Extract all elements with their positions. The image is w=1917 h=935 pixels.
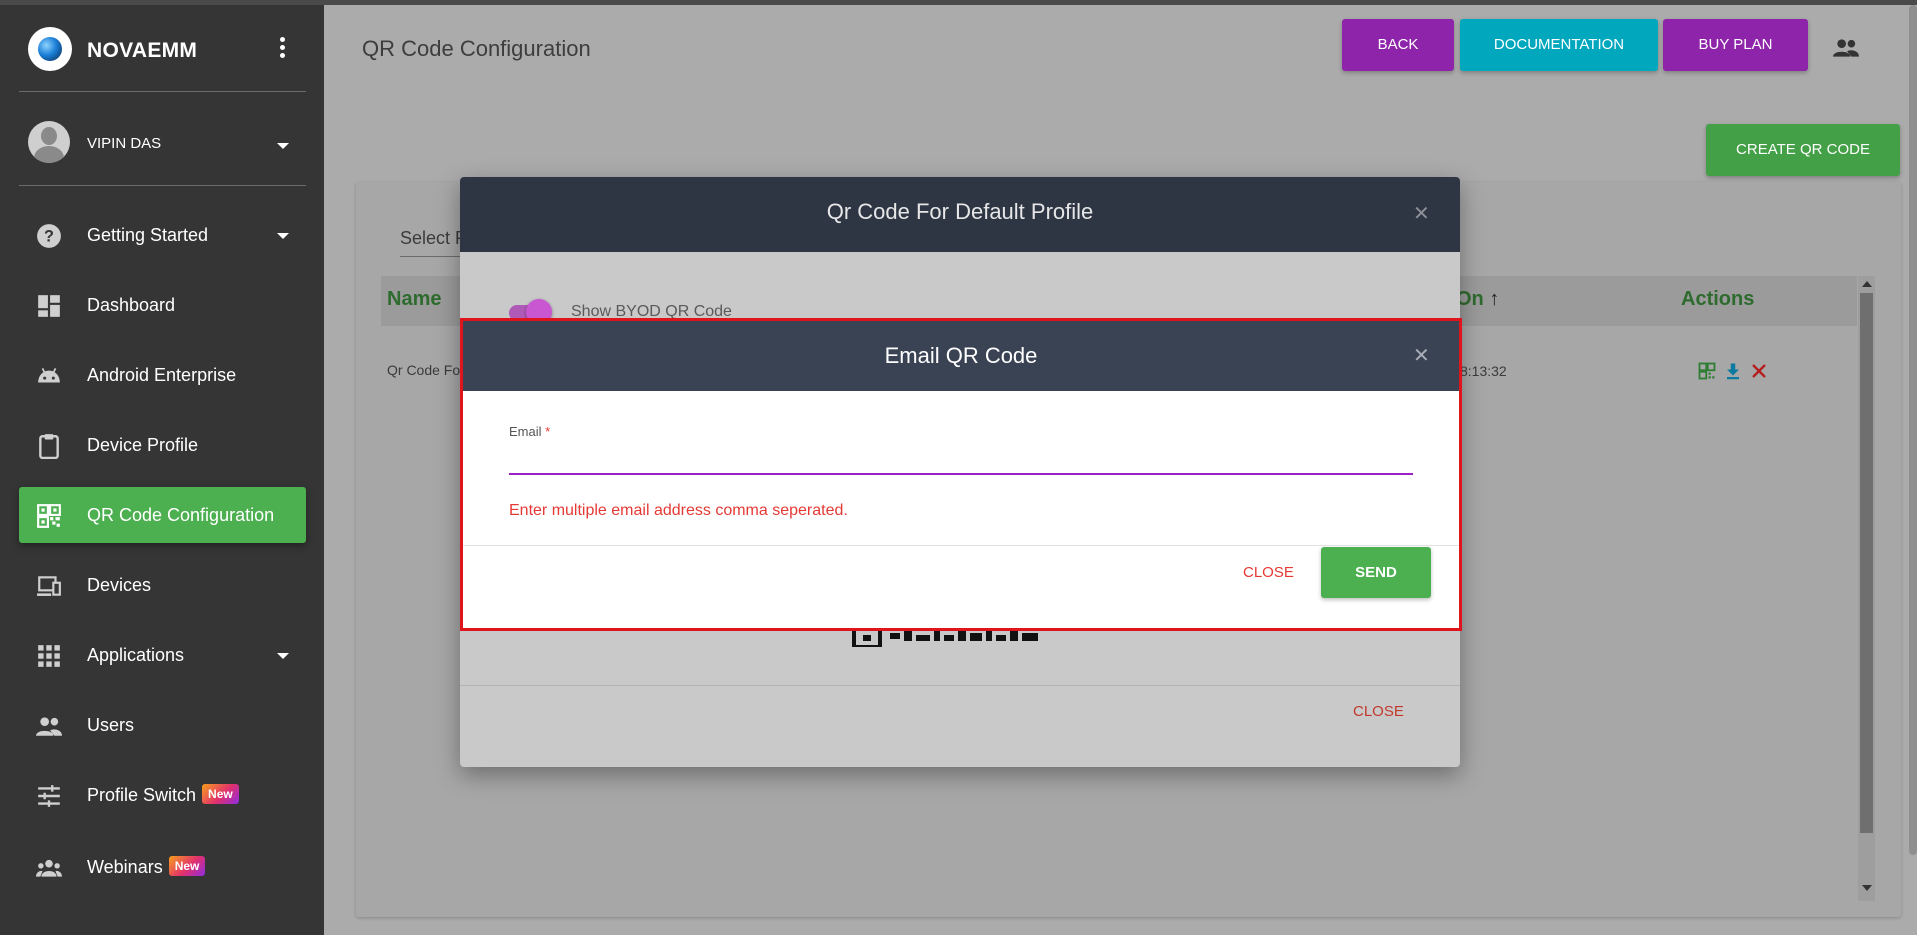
sidebar-item-label: Users xyxy=(87,715,135,735)
table-cell-name: Qr Code Fo xyxy=(387,362,461,378)
chevron-down-icon xyxy=(277,233,289,239)
download-icon[interactable] xyxy=(1724,361,1742,381)
sidebar: NOVAEMM VIPIN DAS ? Getting Started Dash… xyxy=(0,5,324,935)
dialog-header: Qr Code For Default Profile ✕ xyxy=(460,177,1460,252)
brand-logo xyxy=(28,27,72,71)
dialog-header: Email QR Code ✕ xyxy=(463,321,1459,391)
sidebar-divider xyxy=(19,185,306,186)
scroll-up-arrow-icon[interactable] xyxy=(1862,281,1872,287)
sidebar-item-getting-started[interactable]: ? Getting Started xyxy=(19,207,306,263)
qr-code-icon[interactable] xyxy=(1698,362,1716,380)
sidebar-item-dashboard[interactable]: Dashboard xyxy=(19,277,306,333)
email-helper-text: Enter multiple email address comma seper… xyxy=(509,502,848,519)
column-header-actions: Actions xyxy=(1681,288,1755,310)
close-button[interactable]: CLOSE xyxy=(1353,703,1404,720)
close-button[interactable]: CLOSE xyxy=(1243,564,1294,581)
select-underline xyxy=(400,256,460,257)
sidebar-item-label: Dashboard xyxy=(87,295,176,315)
email-field[interactable] xyxy=(509,445,1413,475)
sidebar-item-label: Device Profile xyxy=(87,435,199,455)
page-scrollbar[interactable] xyxy=(1909,5,1917,855)
buy-plan-button[interactable]: BUY PLAN xyxy=(1663,19,1808,71)
send-button[interactable]: SEND xyxy=(1321,547,1431,598)
sidebar-item-label: Android Enterprise xyxy=(87,365,237,385)
sidebar-item-label: Devices xyxy=(87,575,152,595)
avatar xyxy=(28,121,70,163)
clipboard-icon xyxy=(39,434,59,459)
sidebar-item-webinars[interactable]: Webinars New xyxy=(19,839,306,895)
more-vert-icon[interactable] xyxy=(274,37,290,63)
sidebar-item-label: Profile Switch New xyxy=(87,784,239,806)
user-name: VIPIN DAS xyxy=(87,135,162,152)
android-icon xyxy=(38,368,60,383)
sort-arrow-up-icon: ↑ xyxy=(1483,288,1500,310)
delete-icon[interactable] xyxy=(1751,363,1767,379)
column-header-created-on[interactable]: On ↑ xyxy=(1456,288,1499,311)
documentation-button[interactable]: DOCUMENTATION xyxy=(1460,19,1658,71)
sidebar-item-label: Getting Started xyxy=(87,225,209,245)
dialog-title: Email QR Code xyxy=(884,343,1038,368)
back-button[interactable]: BACK xyxy=(1342,19,1454,71)
dialog-title: Qr Code For Default Profile xyxy=(826,199,1094,224)
brand: NOVAEMM xyxy=(0,5,324,91)
sliders-icon xyxy=(38,785,60,807)
svg-text:?: ? xyxy=(44,227,54,245)
sidebar-item-devices[interactable]: Devices xyxy=(19,557,306,613)
table-scrollbar-thumb[interactable] xyxy=(1860,293,1873,833)
devices-icon xyxy=(37,576,61,596)
column-header-name[interactable]: Name xyxy=(387,288,441,311)
scroll-down-arrow-icon[interactable] xyxy=(1862,885,1872,891)
group-icon xyxy=(36,859,62,877)
new-badge: New xyxy=(202,784,239,805)
table-cell-created-on: 8:13:32 xyxy=(1460,363,1507,379)
dashboard-icon xyxy=(38,295,60,317)
dialog-divider xyxy=(463,545,1459,546)
email-field-label: Email * xyxy=(509,424,551,439)
sidebar-item-label: QR Code Configuration xyxy=(87,505,275,525)
sidebar-item-device-profile[interactable]: Device Profile xyxy=(19,417,306,473)
sidebar-item-label: Webinars New xyxy=(87,856,206,878)
page-title: QR Code Configuration xyxy=(362,36,591,61)
close-icon[interactable]: ✕ xyxy=(1413,343,1430,368)
sidebar-item-qr-code-configuration[interactable]: QR Code Configuration xyxy=(19,487,306,543)
user-profile[interactable]: VIPIN DAS xyxy=(0,97,324,185)
chevron-down-icon[interactable] xyxy=(277,143,289,149)
help-circle-icon: ? xyxy=(37,224,61,248)
sidebar-item-profile-switch[interactable]: Profile Switch New xyxy=(19,767,306,823)
dialog-divider xyxy=(460,685,1460,686)
sidebar-item-applications[interactable]: Applications xyxy=(19,627,306,683)
sidebar-divider xyxy=(19,91,306,92)
chevron-down-icon xyxy=(277,653,289,659)
qr-code-icon xyxy=(37,504,61,528)
apps-grid-icon xyxy=(38,645,60,667)
select-profile-label[interactable]: Select P xyxy=(400,228,467,249)
sidebar-item-label: Applications xyxy=(87,645,185,665)
users-icon xyxy=(36,717,62,736)
email-qr-code-dialog: Email QR Code ✕ Email * Enter multiple e… xyxy=(460,318,1462,631)
brand-name: NOVAEMM xyxy=(87,39,198,62)
sidebar-item-android-enterprise[interactable]: Android Enterprise xyxy=(19,347,306,403)
close-icon[interactable]: ✕ xyxy=(1413,201,1430,226)
new-badge: New xyxy=(168,856,206,877)
create-qr-code-button[interactable]: CREATE QR CODE xyxy=(1706,124,1900,176)
people-icon[interactable] xyxy=(1833,38,1859,58)
sidebar-item-users[interactable]: Users xyxy=(19,697,306,753)
